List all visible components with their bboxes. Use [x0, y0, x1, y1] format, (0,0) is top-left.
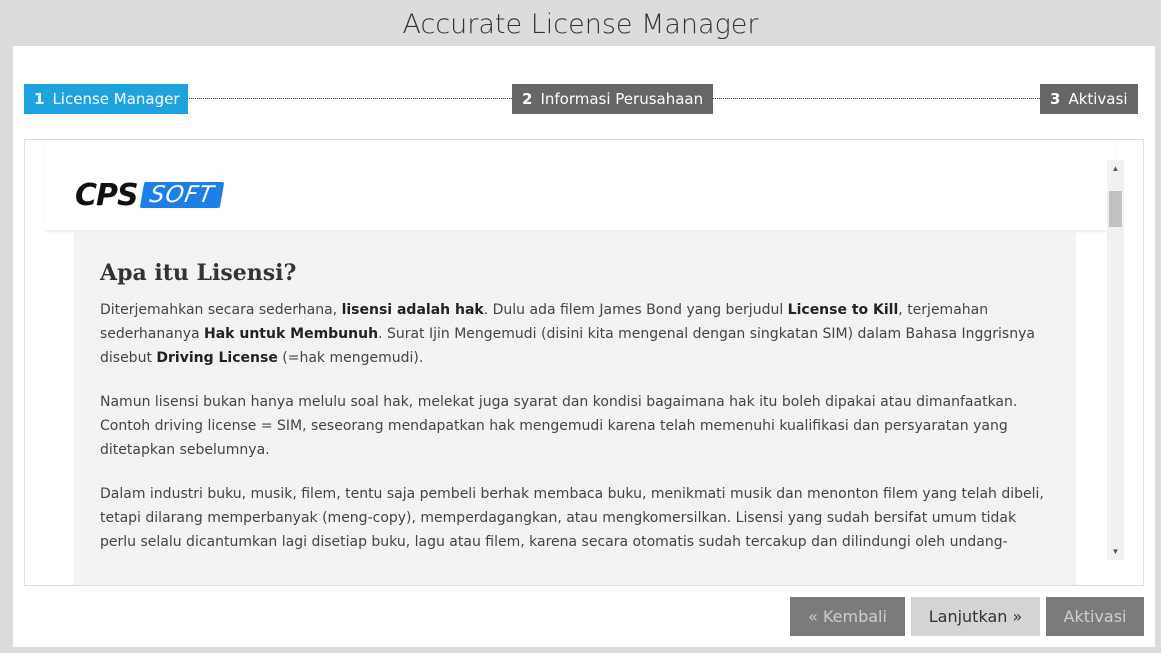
logo-text-soft: SOFT: [139, 182, 224, 208]
bold-text: lisensi adalah hak: [341, 302, 484, 318]
step-license-manager: 1 License Manager: [24, 84, 188, 114]
article-paragraph-3: Dalam industri buku, musik, filem, tentu…: [100, 486, 1044, 550]
scrollable-content[interactable]: CPS SOFT Apa itu Lisensi? Diterjemahkan s…: [25, 140, 1125, 585]
step-label: Aktivasi: [1068, 90, 1128, 108]
logo-header: CPS SOFT: [45, 140, 1115, 230]
article-heading: Apa itu Lisensi?: [100, 260, 297, 286]
step-number: 3: [1050, 90, 1061, 108]
logo-text-cps: CPS: [75, 177, 139, 213]
text-span: . Dulu ada filem James Bond yang berjudu…: [483, 302, 788, 318]
license-content-frame: CPS SOFT Apa itu Lisensi? Diterjemahkan s…: [24, 139, 1144, 586]
scroll-up-icon[interactable]: ▲: [1107, 160, 1124, 177]
window-title: Accurate License Manager: [402, 9, 759, 40]
step-number: 1: [34, 90, 45, 108]
cpssoft-logo: CPS SOFT: [75, 177, 224, 213]
step-informasi-perusahaan: 2 Informasi Perusahaan: [512, 84, 713, 114]
step-number: 2: [522, 90, 533, 108]
next-button[interactable]: Lanjutkan »: [911, 597, 1040, 636]
activate-button[interactable]: Aktivasi: [1046, 597, 1144, 636]
wizard-steps: 1 License Manager 2 Informasi Perusahaan 3…: [24, 84, 1138, 114]
scroll-thumb[interactable]: [1109, 191, 1122, 227]
vertical-scrollbar[interactable]: ▲ ▼: [1107, 160, 1124, 560]
step-aktivasi: 3 Aktivasi: [1040, 84, 1138, 114]
article-paragraph-2: Namun lisensi bukan hanya melulu soal ha…: [100, 394, 1018, 458]
text-span: Diterjemahkan secara sederhana,: [100, 302, 342, 318]
bold-text: License to Kill: [787, 302, 899, 318]
license-article: Apa itu Lisensi? Diterjemahkan secara se…: [74, 232, 1076, 585]
bold-text: Driving License: [156, 350, 278, 366]
text-span: (=hak mengemudi).: [277, 350, 424, 366]
back-button[interactable]: « Kembali: [790, 597, 905, 636]
title-bar: Accurate License Manager: [0, 0, 1161, 46]
bold-text: Hak untuk Membunuh: [204, 326, 379, 342]
step-label: License Manager: [52, 90, 180, 108]
step-label: Informasi Perusahaan: [540, 90, 704, 108]
scroll-down-icon[interactable]: ▼: [1107, 543, 1124, 560]
main-panel: 1 License Manager 2 Informasi Perusahaan 3…: [13, 46, 1155, 647]
article-paragraph-1: Diterjemahkan secara sederhana, lisensi …: [100, 298, 1050, 370]
